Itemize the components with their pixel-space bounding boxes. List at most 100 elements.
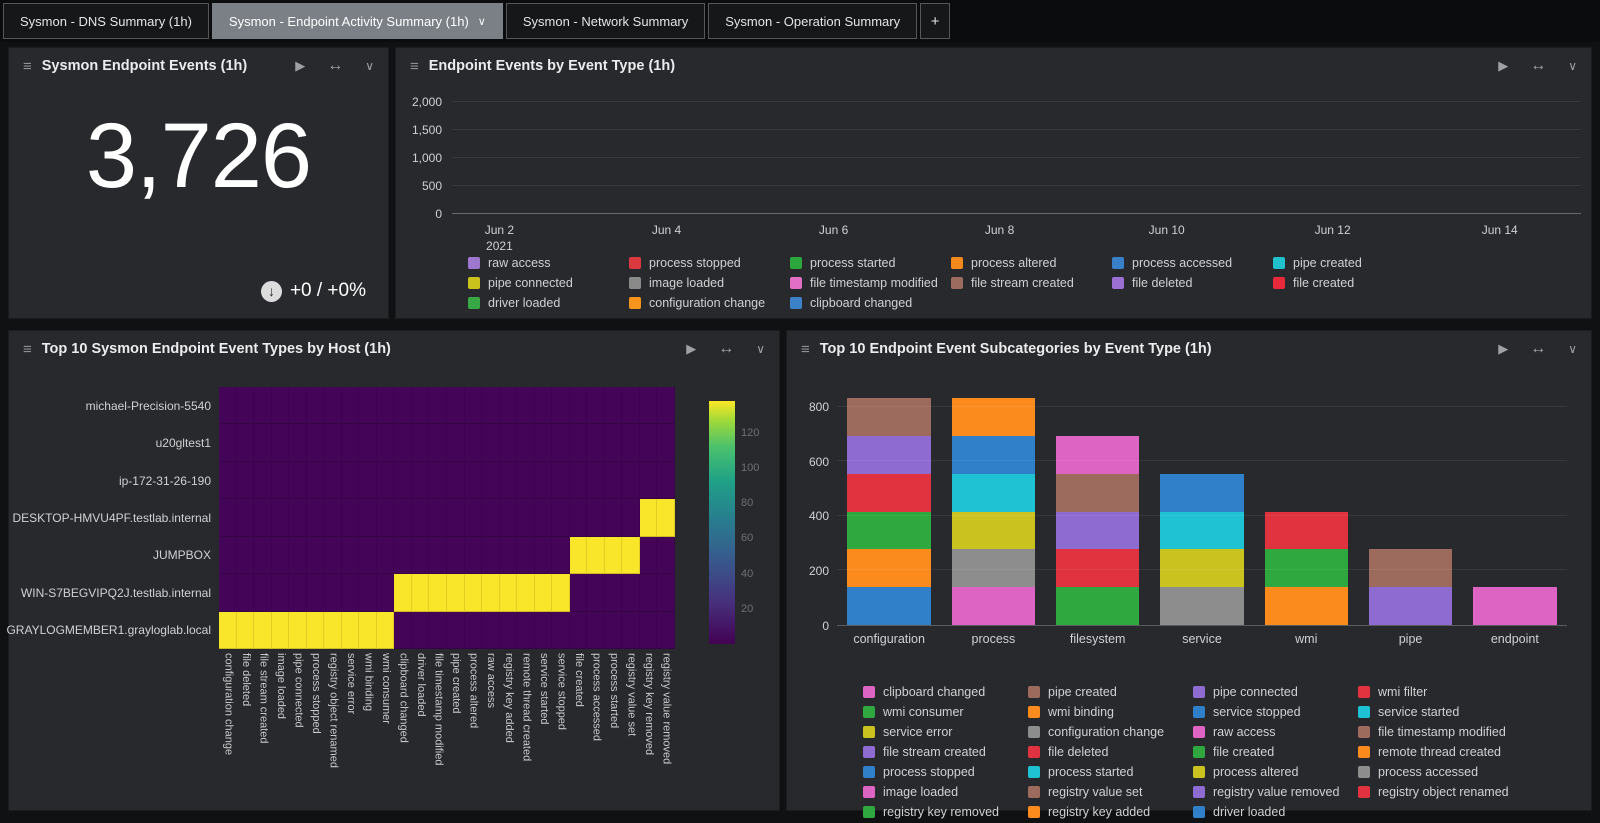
legend-item[interactable]: file stream created xyxy=(863,743,1028,760)
bar-segment xyxy=(952,436,1035,474)
heatmap-cell xyxy=(570,462,588,499)
legend-item[interactable]: registry value set xyxy=(1028,783,1193,800)
heatmap-cell xyxy=(324,462,342,499)
heatmap-cell xyxy=(640,537,658,574)
bar-segment xyxy=(1473,587,1556,625)
legend-item[interactable]: registry key added xyxy=(1028,803,1193,820)
legend-item[interactable]: pipe connected xyxy=(468,274,629,291)
legend-swatch xyxy=(1028,806,1040,818)
heatmap-cell xyxy=(429,537,447,574)
heatmap-cell xyxy=(237,387,255,424)
legend-item[interactable]: image loaded xyxy=(629,274,790,291)
heatmap-cell xyxy=(500,499,518,536)
legend-item[interactable]: file timestamp modified xyxy=(790,274,951,291)
legend-item[interactable]: process accessed xyxy=(1112,254,1273,271)
legend-item[interactable]: wmi filter xyxy=(1358,683,1523,700)
play-icon[interactable]: ▶ xyxy=(1498,58,1508,74)
legend-item[interactable]: pipe connected xyxy=(1193,683,1358,700)
resize-icon[interactable]: ↔ xyxy=(1530,57,1546,75)
legend-item[interactable]: configuration change xyxy=(1028,723,1193,740)
legend-item[interactable]: registry value removed xyxy=(1193,783,1358,800)
legend-swatch xyxy=(1193,806,1205,818)
menu-icon[interactable]: ≡ xyxy=(410,59,419,74)
y-axis-tick-label: 200 xyxy=(787,564,829,578)
legend-item[interactable]: process altered xyxy=(1193,763,1358,780)
legend-item[interactable]: pipe created xyxy=(1028,683,1193,700)
legend-item[interactable]: process started xyxy=(1028,763,1193,780)
heatmap-cell xyxy=(237,462,255,499)
chevron-down-icon[interactable]: ∨ xyxy=(1568,342,1577,356)
legend-item[interactable]: process accessed xyxy=(1358,763,1523,780)
legend-item[interactable]: registry object renamed xyxy=(1358,783,1523,800)
gridline xyxy=(452,185,1581,186)
heatmap-cell xyxy=(429,462,447,499)
heatmap-cell xyxy=(587,387,605,424)
legend-item[interactable]: wmi binding xyxy=(1028,703,1193,720)
dashboard-tab[interactable]: Sysmon - Network Summary xyxy=(506,3,705,39)
legend-item[interactable]: driver loaded xyxy=(1193,803,1358,820)
legend-item[interactable]: service error xyxy=(863,723,1028,740)
dashboard-tab[interactable]: Sysmon - DNS Summary (1h) xyxy=(3,3,209,39)
legend-item[interactable]: file created xyxy=(1193,743,1358,760)
legend-item[interactable]: image loaded xyxy=(863,783,1028,800)
legend-item[interactable]: clipboard changed xyxy=(863,683,1028,700)
stacked-bar-filesystem xyxy=(1056,436,1139,625)
chevron-down-icon[interactable]: ∨ xyxy=(365,59,374,73)
menu-icon[interactable]: ≡ xyxy=(23,342,32,357)
bar-segment xyxy=(952,398,1035,436)
legend-label: configuration change xyxy=(1048,725,1164,739)
legend-item[interactable]: file deleted xyxy=(1028,743,1193,760)
legend-item[interactable]: wmi consumer xyxy=(863,703,1028,720)
dashboard-tab-active[interactable]: Sysmon - Endpoint Activity Summary (1h)∨ xyxy=(212,3,503,39)
legend-item[interactable]: driver loaded xyxy=(468,294,629,311)
heatmap-row-label: ip-172-31-26-190 xyxy=(9,462,211,499)
legend-item[interactable]: registry key removed xyxy=(863,803,1028,820)
colorbar-tick-label: 80 xyxy=(741,497,753,509)
legend-item[interactable]: remote thread created xyxy=(1358,743,1523,760)
legend-swatch xyxy=(863,766,875,778)
play-icon[interactable]: ▶ xyxy=(1498,341,1508,357)
legend-swatch xyxy=(863,786,875,798)
legend-item[interactable]: file timestamp modified xyxy=(1358,723,1523,740)
legend-item[interactable]: configuration change xyxy=(629,294,790,311)
resize-icon[interactable]: ↔ xyxy=(327,57,343,75)
heatmap-host-labels: michael-Precision-5540u20gltest1ip-172-3… xyxy=(9,387,211,649)
legend-label: wmi binding xyxy=(1048,705,1114,719)
y-axis-tick-label: 400 xyxy=(787,509,829,523)
dashboard-tab[interactable]: Sysmon - Operation Summary xyxy=(708,3,917,39)
legend-item[interactable]: process stopped xyxy=(863,763,1028,780)
chevron-down-icon[interactable]: ∨ xyxy=(756,342,765,356)
gridline xyxy=(837,515,1567,516)
resize-icon[interactable]: ↔ xyxy=(1530,340,1546,358)
add-tab-button[interactable]: + xyxy=(920,3,950,39)
heatmap-cell xyxy=(570,387,588,424)
heatmap-cell xyxy=(307,574,325,611)
menu-icon[interactable]: ≡ xyxy=(801,342,810,357)
legend-item[interactable]: process stopped xyxy=(629,254,790,271)
legend-item[interactable]: raw access xyxy=(468,254,629,271)
legend-item[interactable]: process altered xyxy=(951,254,1112,271)
legend-item[interactable]: file deleted xyxy=(1112,274,1273,291)
legend-item[interactable]: pipe created xyxy=(1273,254,1434,271)
legend-item[interactable]: service started xyxy=(1358,703,1523,720)
heatmap-cell xyxy=(640,612,658,649)
menu-icon[interactable]: ≡ xyxy=(23,59,32,74)
legend-item[interactable]: file stream created xyxy=(951,274,1112,291)
bar-segment xyxy=(1160,474,1243,512)
play-icon[interactable]: ▶ xyxy=(295,58,305,74)
legend-item[interactable]: service stopped xyxy=(1193,703,1358,720)
legend-item[interactable]: raw access xyxy=(1193,723,1358,740)
chevron-down-icon[interactable]: ∨ xyxy=(1568,59,1577,73)
heatmap-column-label: configuration change xyxy=(219,653,237,811)
resize-icon[interactable]: ↔ xyxy=(718,340,734,358)
legend-item[interactable]: file created xyxy=(1273,274,1434,291)
bar-slot xyxy=(1463,393,1567,625)
legend-item[interactable]: process started xyxy=(790,254,951,271)
heatmap-column-label-text: wmi binding xyxy=(363,653,374,811)
panel-actions: ▶ ↔ ∨ xyxy=(1498,340,1577,358)
legend-swatch xyxy=(1028,746,1040,758)
heatmap-cell xyxy=(289,424,307,461)
heatmap-cell xyxy=(622,387,640,424)
play-icon[interactable]: ▶ xyxy=(686,341,696,357)
legend-item[interactable]: clipboard changed xyxy=(790,294,951,311)
